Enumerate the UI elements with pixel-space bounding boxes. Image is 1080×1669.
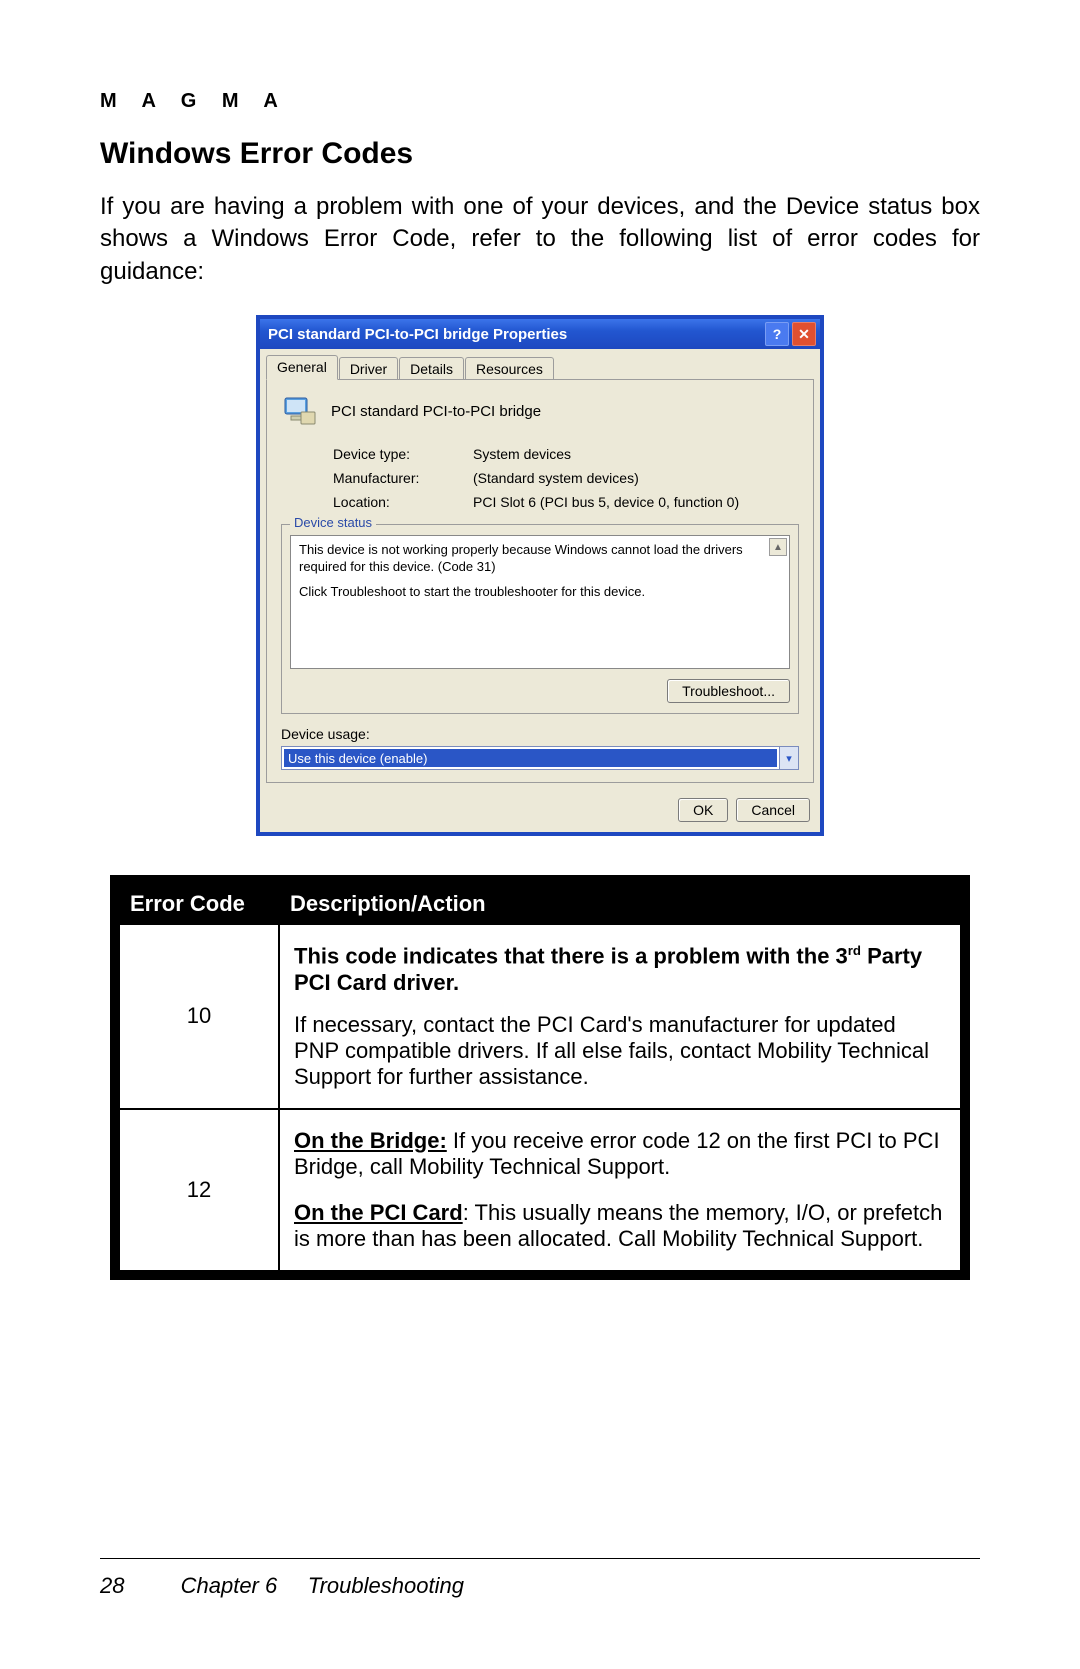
ok-button[interactable]: OK <box>678 798 728 822</box>
desc10-body: If necessary, contact the PCI Card's man… <box>294 1012 946 1090</box>
desc12-p2-label: On the PCI Card <box>294 1200 463 1225</box>
device-status-group: Device status This device is not working… <box>281 524 799 714</box>
section-heading: Windows Error Codes <box>100 137 980 171</box>
device-icon <box>281 392 319 430</box>
dialog-screenshot: PCI standard PCI-to-PCI bridge Propertie… <box>100 316 980 835</box>
titlebar-text: PCI standard PCI-to-PCI bridge Propertie… <box>268 326 762 343</box>
desc12-p1-label: On the Bridge: <box>294 1128 447 1153</box>
device-usage-select[interactable]: Use this device (enable) ▾ <box>281 746 799 770</box>
scroll-up-icon[interactable]: ▲ <box>769 538 787 556</box>
value-manufacturer: (Standard system devices) <box>473 470 799 486</box>
status-line-1: This device is not working properly beca… <box>299 542 781 576</box>
device-status-text: This device is not working properly beca… <box>290 535 790 669</box>
close-icon[interactable]: ✕ <box>792 322 816 346</box>
error-code-table: Error Code Description/Action 10 This co… <box>110 875 970 1279</box>
label-device-type: Device type: <box>333 446 473 462</box>
footer-rule <box>100 1558 980 1559</box>
document-page: M A G M A Windows Error Codes If you are… <box>0 0 1080 1669</box>
tab-general[interactable]: General <box>266 355 338 380</box>
value-location: PCI Slot 6 (PCI bus 5, device 0, functio… <box>473 494 799 510</box>
help-icon[interactable]: ? <box>765 322 789 346</box>
cell-desc-12: On the Bridge: If you receive error code… <box>279 1109 961 1271</box>
properties-dialog: PCI standard PCI-to-PCI bridge Propertie… <box>257 316 823 835</box>
device-status-label: Device status <box>290 515 376 530</box>
device-usage-label: Device usage: <box>281 726 799 742</box>
label-manufacturer: Manufacturer: <box>333 470 473 486</box>
footer-chapter: Chapter 6 <box>181 1573 278 1598</box>
desc10-bold-pre: This code indicates that there is a prob… <box>294 944 848 969</box>
status-line-2: Click Troubleshoot to start the troubles… <box>299 584 781 601</box>
footer-title: Troubleshooting <box>308 1573 464 1598</box>
cancel-button[interactable]: Cancel <box>736 798 810 822</box>
th-description: Description/Action <box>279 884 961 924</box>
table-row: 12 On the Bridge: If you receive error c… <box>119 1109 961 1271</box>
brand-header: M A G M A <box>100 90 980 113</box>
troubleshoot-button[interactable]: Troubleshoot... <box>667 679 790 703</box>
desc10-sup: rd <box>848 943 861 958</box>
chevron-down-icon[interactable]: ▾ <box>779 747 798 769</box>
tab-body: PCI standard PCI-to-PCI bridge Device ty… <box>266 379 814 783</box>
page-number: 28 <box>100 1573 124 1598</box>
label-location: Location: <box>333 494 473 510</box>
cell-code-12: 12 <box>119 1109 279 1271</box>
cell-desc-10: This code indicates that there is a prob… <box>279 924 961 1108</box>
cell-code-10: 10 <box>119 924 279 1108</box>
tab-strip: General Driver Details Resources <box>260 349 820 380</box>
device-usage-value: Use this device (enable) <box>284 749 777 767</box>
titlebar: PCI standard PCI-to-PCI bridge Propertie… <box>260 319 820 349</box>
value-device-type: System devices <box>473 446 799 462</box>
table-row: 10 This code indicates that there is a p… <box>119 924 961 1108</box>
device-info-grid: Device type: System devices Manufacturer… <box>333 446 799 510</box>
th-error-code: Error Code <box>119 884 279 924</box>
page-footer: 28 Chapter 6 Troubleshooting <box>100 1573 464 1599</box>
device-name: PCI standard PCI-to-PCI bridge <box>331 403 541 420</box>
intro-paragraph: If you are having a problem with one of … <box>100 191 980 288</box>
